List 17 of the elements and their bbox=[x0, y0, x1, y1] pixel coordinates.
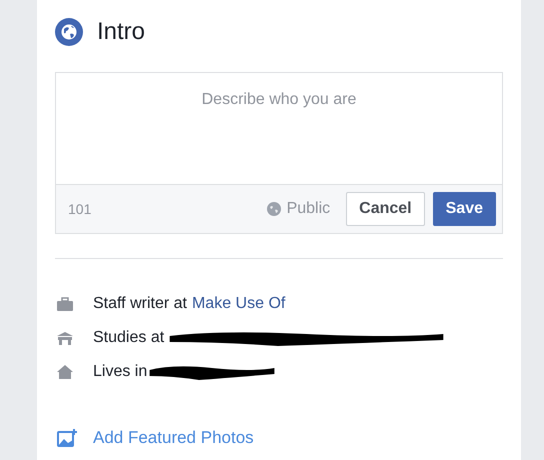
globe-icon bbox=[266, 202, 281, 216]
card-title: Intro bbox=[97, 18, 146, 46]
briefcase-icon bbox=[57, 296, 73, 310]
photo-add-icon bbox=[57, 429, 77, 447]
character-counter: 101 bbox=[68, 201, 92, 217]
detail-text: Studies at bbox=[93, 328, 164, 346]
building-icon bbox=[57, 330, 73, 344]
add-featured-photos-link[interactable]: Add Featured Photos bbox=[57, 428, 254, 448]
cancel-button[interactable]: Cancel bbox=[346, 192, 425, 226]
audience-selector[interactable]: Public bbox=[266, 200, 330, 218]
save-button[interactable]: Save bbox=[432, 192, 496, 226]
house-icon bbox=[57, 364, 73, 378]
bio-field[interactable]: Describe who you are bbox=[55, 72, 503, 184]
detail-text: Lives in bbox=[93, 362, 148, 380]
globe-icon bbox=[55, 18, 83, 46]
detail-link[interactable]: Make Use Of bbox=[192, 294, 286, 312]
detail-text: Staff writer at bbox=[93, 294, 187, 312]
